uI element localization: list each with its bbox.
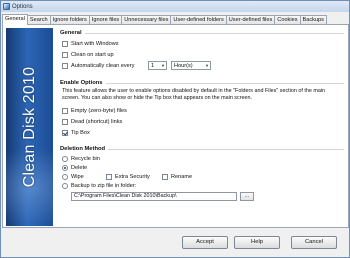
general-title: General bbox=[60, 30, 82, 36]
extra-security-label: Extra Security bbox=[115, 173, 150, 180]
start-with-windows-row[interactable]: Start with Windows bbox=[62, 38, 344, 49]
start-with-windows-checkbox[interactable] bbox=[62, 40, 68, 47]
help-button[interactable]: Help bbox=[234, 236, 280, 249]
enable-options-group-title: Enable Options bbox=[60, 80, 344, 86]
start-with-windows-label: Start with Windows bbox=[71, 40, 119, 47]
backup-path-input[interactable]: C:\Program Files\Clean Disk 2010\Backup\ bbox=[71, 191, 237, 201]
auto-clean-unit-select[interactable]: Hour(s) ▼ bbox=[171, 61, 211, 70]
clean-on-startup-checkbox[interactable] bbox=[62, 51, 68, 58]
dead-links-label: Dead (shortcut) links bbox=[71, 118, 123, 125]
deletion-group-title: Deletion Method bbox=[60, 146, 344, 152]
chevron-down-icon: ▼ bbox=[205, 63, 209, 68]
divider bbox=[108, 148, 344, 150]
delete-radio[interactable] bbox=[62, 164, 68, 171]
chevron-down-icon: ▼ bbox=[161, 63, 165, 68]
divider bbox=[84, 32, 344, 34]
clean-on-startup-label: Clean on start up bbox=[71, 51, 114, 58]
tip-box-checkbox[interactable] bbox=[62, 129, 68, 136]
rename-checkbox[interactable] bbox=[162, 173, 168, 180]
enable-options-title: Enable Options bbox=[60, 80, 103, 86]
general-group-title: General bbox=[60, 30, 344, 36]
empty-files-row[interactable]: Empty (zero-byte) files bbox=[62, 105, 344, 116]
wipe-row: Wipe Extra Security Rename bbox=[62, 172, 344, 181]
divider bbox=[105, 82, 344, 84]
backup-zip-row[interactable]: Backup to zip file in folder: bbox=[62, 181, 344, 190]
options-content: General Start with Windows Clean on star… bbox=[60, 30, 344, 202]
clean-on-startup-row[interactable]: Clean on start up bbox=[62, 49, 344, 60]
accept-button[interactable]: Accept bbox=[182, 236, 228, 249]
delete-row[interactable]: Delete bbox=[62, 163, 344, 172]
banner-text: Clean Disk 2010 bbox=[20, 66, 38, 188]
auto-clean-checkbox[interactable] bbox=[62, 62, 68, 69]
window-title: Options bbox=[12, 3, 33, 10]
auto-clean-interval-select[interactable]: 1 ▼ bbox=[148, 61, 167, 70]
wipe-label: Wipe bbox=[71, 173, 84, 180]
rename-label: Rename bbox=[171, 173, 193, 180]
backup-path-row: C:\Program Files\Clean Disk 2010\Backup\… bbox=[71, 190, 344, 202]
enable-options-description: This feature allows the user to enable o… bbox=[62, 88, 326, 101]
dead-links-checkbox[interactable] bbox=[62, 118, 68, 125]
unit-value: Hour(s) bbox=[174, 62, 193, 69]
auto-clean-row: Automatically clean every 1 ▼ Hour(s) ▼ bbox=[62, 60, 344, 71]
cancel-button[interactable]: Cancel bbox=[291, 236, 337, 249]
empty-files-label: Empty (zero-byte) files bbox=[71, 107, 127, 114]
title-bar: Options bbox=[1, 1, 349, 12]
general-panel: Clean Disk 2010 General Start with Windo… bbox=[2, 24, 349, 228]
browse-button[interactable]: ... bbox=[240, 191, 254, 201]
options-window: Options General Search Ignore folders Ig… bbox=[0, 0, 350, 258]
delete-label: Delete bbox=[71, 164, 88, 171]
tip-box-label: Tip Box bbox=[71, 129, 90, 136]
extra-security-checkbox[interactable] bbox=[106, 173, 112, 180]
recycle-bin-label: Recycle bin bbox=[71, 155, 100, 162]
recycle-bin-radio[interactable] bbox=[62, 155, 68, 162]
empty-files-checkbox[interactable] bbox=[62, 107, 68, 114]
recycle-bin-row[interactable]: Recycle bin bbox=[62, 154, 344, 163]
backup-zip-label: Backup to zip file in folder: bbox=[71, 182, 137, 189]
app-icon bbox=[3, 3, 10, 10]
wipe-radio[interactable] bbox=[62, 173, 68, 180]
product-banner: Clean Disk 2010 bbox=[6, 28, 53, 226]
backup-zip-radio[interactable] bbox=[62, 182, 68, 189]
interval-value: 1 bbox=[151, 62, 155, 69]
dead-links-row[interactable]: Dead (shortcut) links bbox=[62, 116, 344, 127]
tab-general[interactable]: General bbox=[2, 14, 28, 25]
deletion-title: Deletion Method bbox=[60, 146, 106, 152]
tip-box-row[interactable]: Tip Box bbox=[62, 127, 344, 138]
auto-clean-label: Automatically clean every bbox=[71, 62, 135, 69]
